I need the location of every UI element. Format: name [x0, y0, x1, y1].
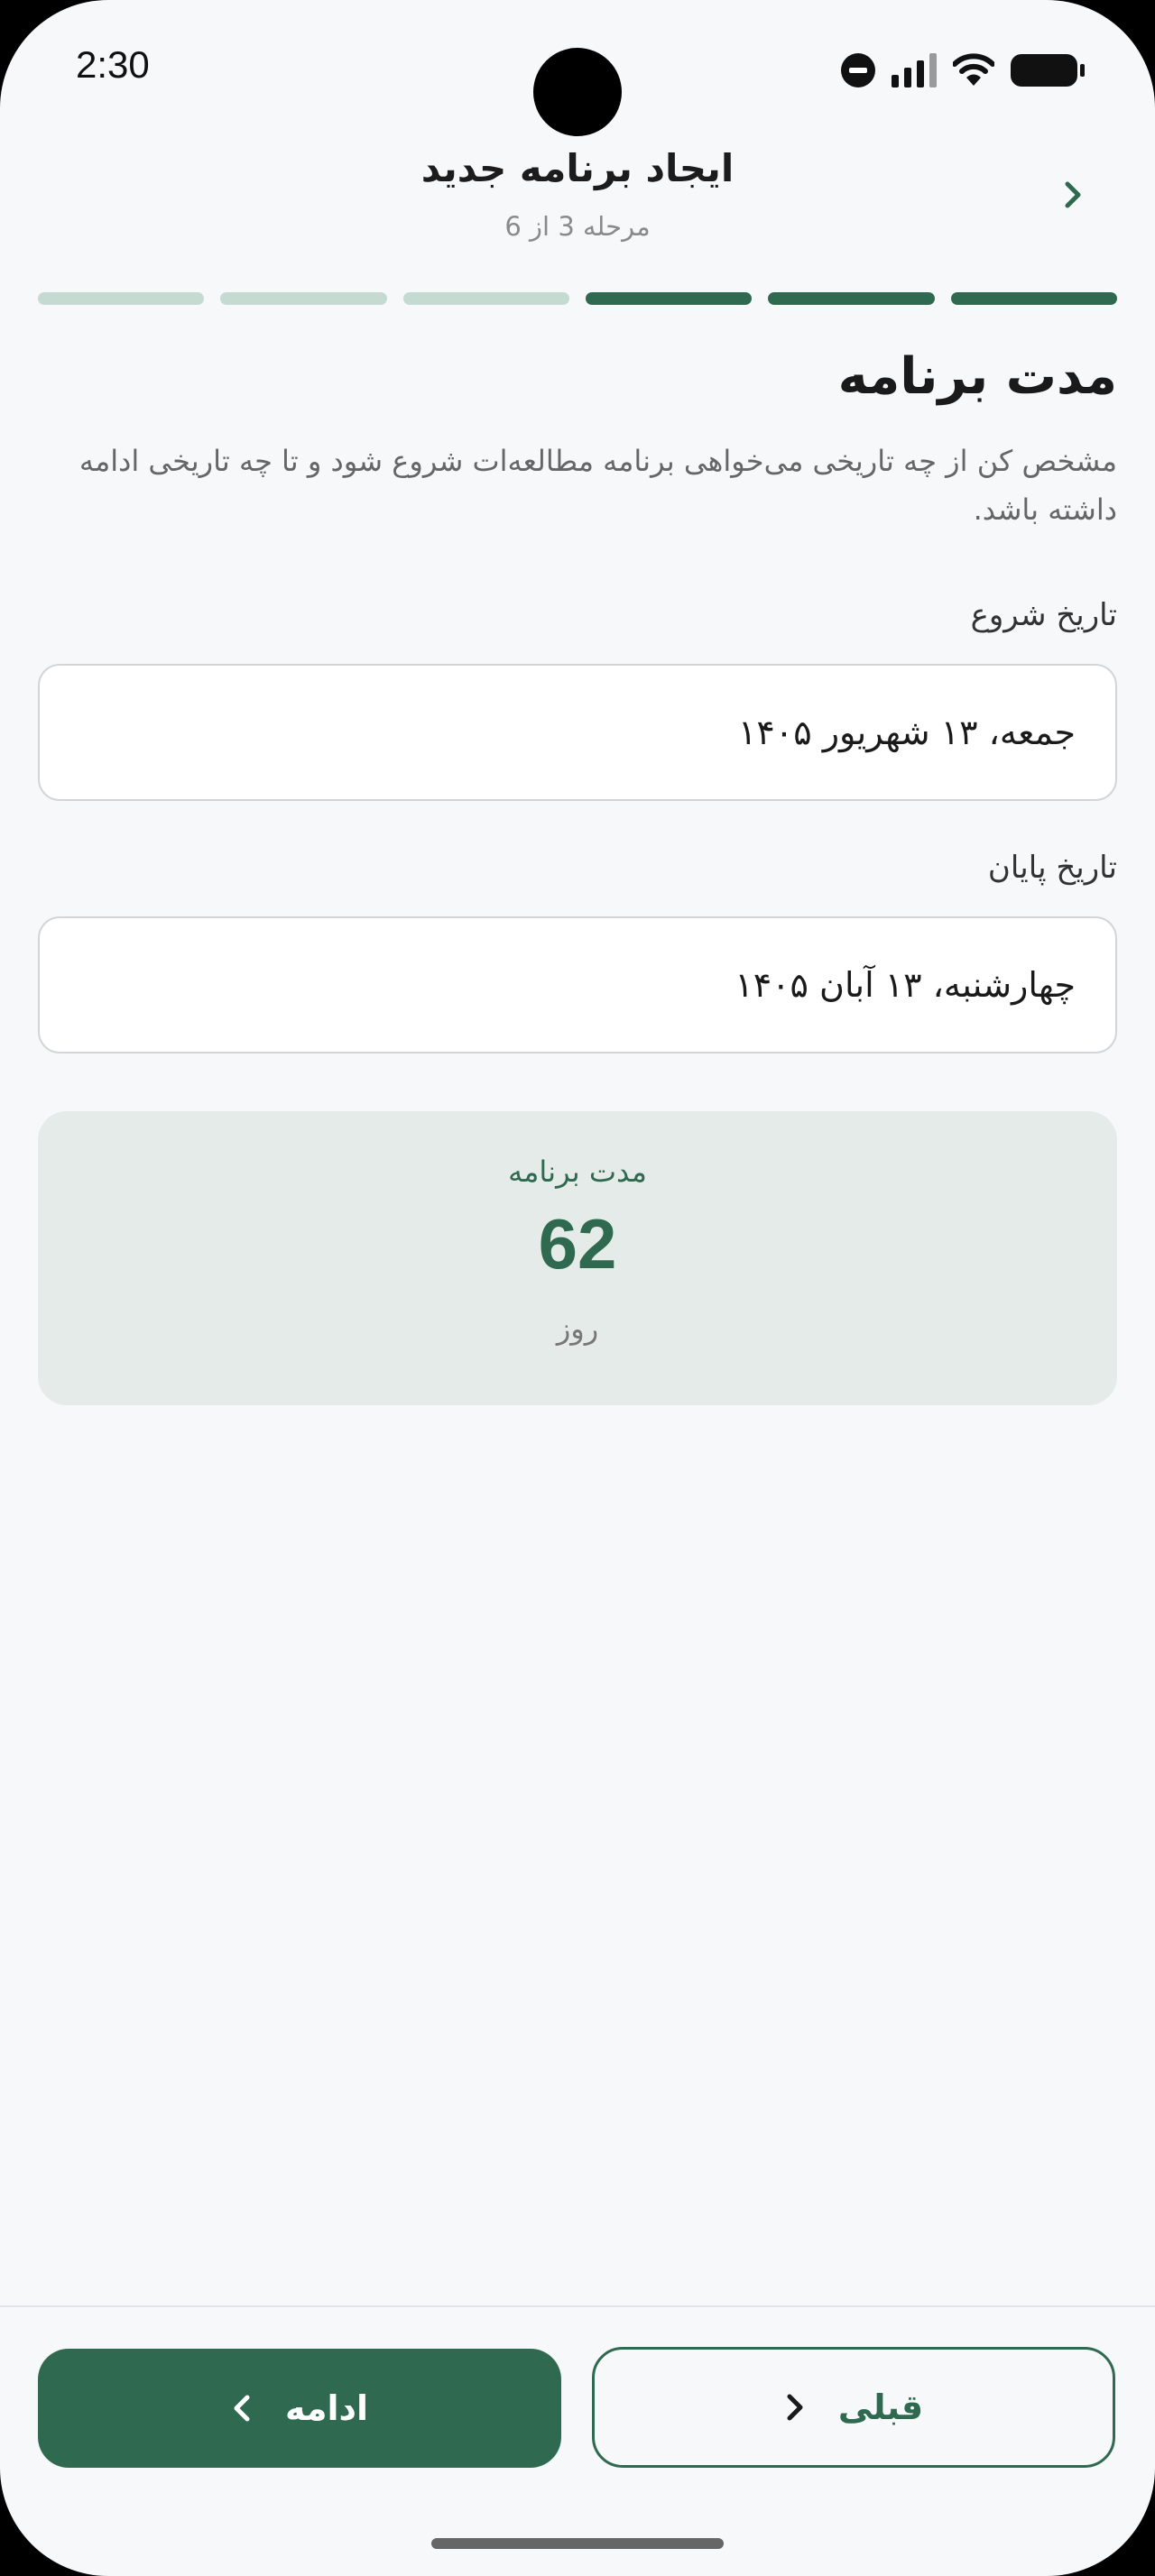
page-title: ایجاد برنامه جدید — [420, 146, 735, 190]
start-date-field[interactable]: جمعه، ۱۳ شهریور ۱۴۰۵ — [38, 664, 1117, 801]
do-not-disturb-icon — [841, 53, 875, 87]
progress-segment — [585, 292, 753, 305]
progress-segment — [220, 292, 387, 305]
previous-button-label: قبلی — [837, 2387, 924, 2427]
step-title: مدت برنامه — [837, 347, 1117, 406]
step-description: مشخص کن از چه تاریخی می‌خواهی برنامه مطا… — [79, 444, 1117, 527]
end-date-field[interactable]: چهارشنبه، ۱۳ آبان ۱۴۰۵ — [38, 916, 1117, 1053]
wifi-icon — [953, 53, 994, 86]
step-progress-bar — [38, 292, 1117, 305]
chevron-right-icon — [787, 2394, 803, 2421]
home-indicator[interactable] — [431, 2538, 724, 2549]
next-button[interactable]: ادامه — [38, 2349, 561, 2468]
cellular-signal-icon — [892, 53, 937, 87]
progress-segment — [950, 292, 1117, 305]
end-date-value: چهارشنبه، ۱۳ آبان ۱۴۰۵ — [735, 965, 1076, 1005]
duration-summary-card: مدت برنامه 62 روز — [38, 1111, 1117, 1405]
step-indicator: مرحله 3 از 6 — [504, 211, 651, 242]
status-bar: 2:30 — [0, 0, 1155, 136]
duration-label: مدت برنامه — [508, 1155, 647, 1189]
status-time: 2:30 — [76, 43, 150, 86]
battery-icon — [1011, 54, 1085, 87]
chevron-left-icon — [234, 2395, 250, 2422]
progress-segment — [402, 292, 569, 305]
progress-segment — [38, 292, 205, 305]
progress-segment — [768, 292, 935, 305]
next-button-label: ادامه — [284, 2388, 369, 2428]
app-header: ایجاد برنامه جدید مرحله 3 از 6 — [0, 135, 1155, 271]
end-date-label: تاریخ پایان — [987, 850, 1117, 886]
back-button[interactable] — [1047, 168, 1101, 222]
duration-unit: روز — [556, 1311, 599, 1346]
duration-value: 62 — [538, 1204, 617, 1283]
start-date-label: تاریخ شروع — [970, 597, 1117, 633]
front-camera — [533, 48, 622, 136]
start-date-value: جمعه، ۱۳ شهریور ۱۴۰۵ — [737, 713, 1076, 752]
status-icons — [841, 51, 1085, 90]
footer-divider — [0, 2305, 1155, 2307]
phone-screen: 2:30 ایجاد برنامه جدید مرحله 3 از 6 مدت … — [0, 0, 1155, 2576]
chevron-right-icon — [1065, 181, 1081, 208]
previous-button[interactable]: قبلی — [592, 2347, 1115, 2468]
